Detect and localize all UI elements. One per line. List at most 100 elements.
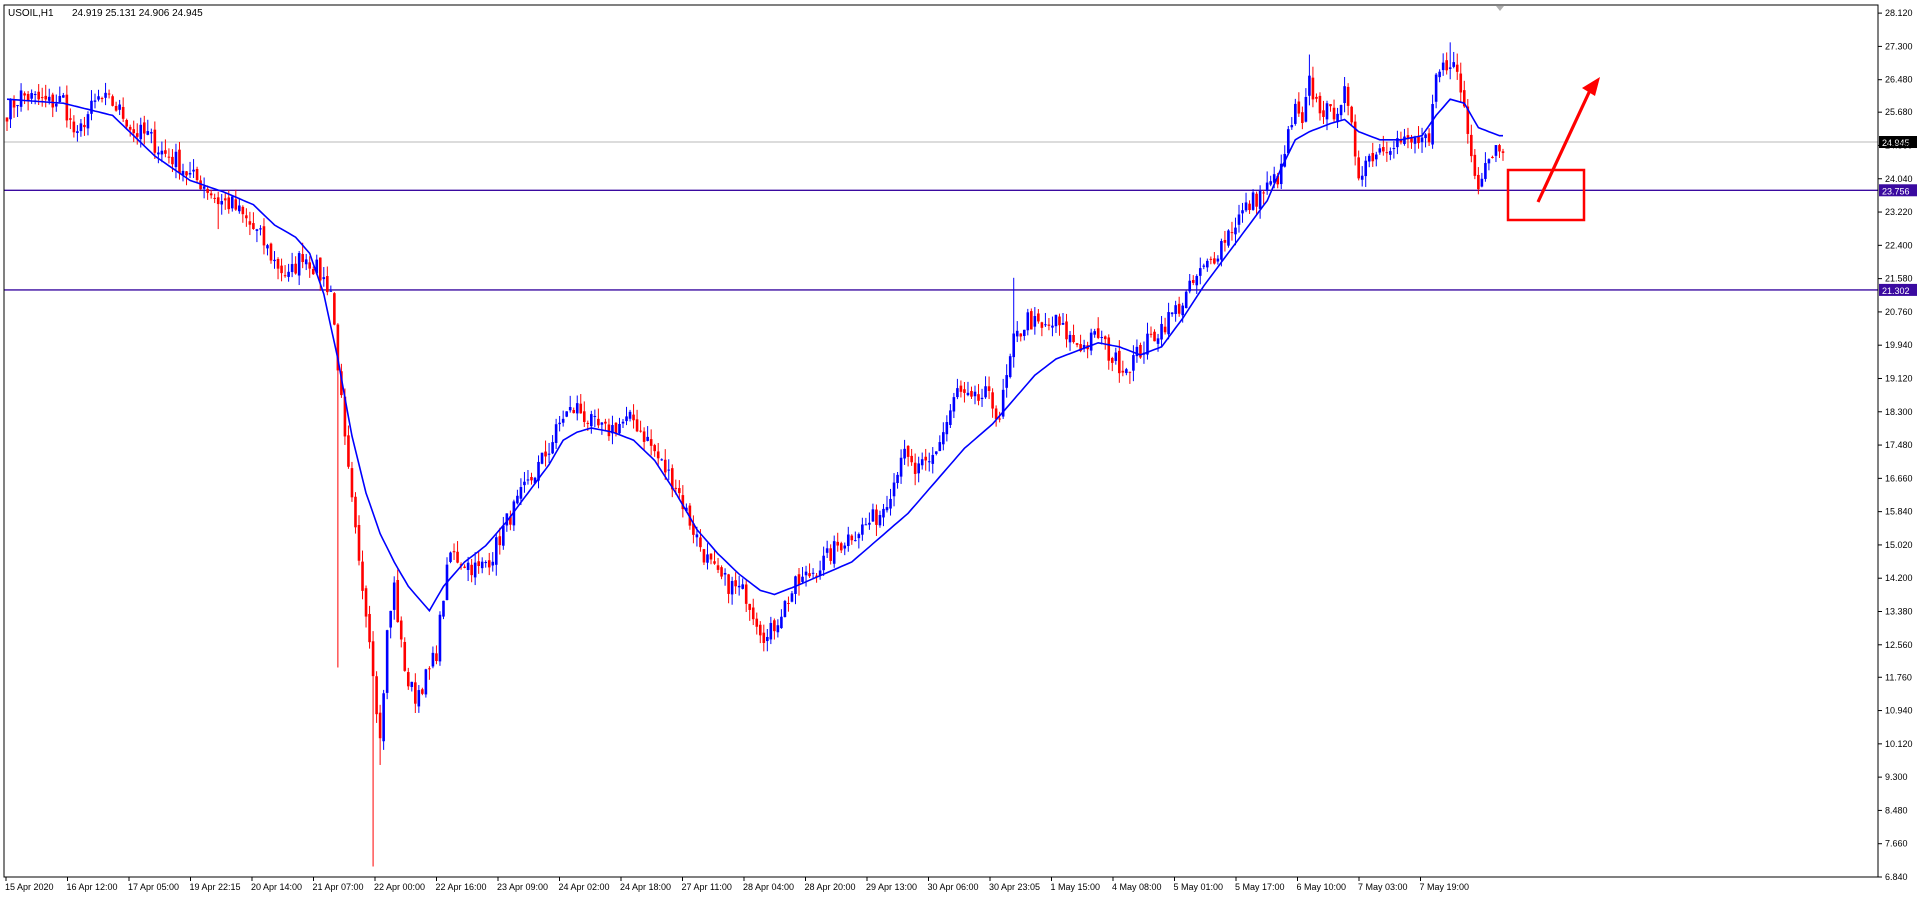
- candle-body: [706, 554, 709, 563]
- candle-body: [1297, 101, 1301, 114]
- candle-body: [1367, 155, 1371, 162]
- candle-body: [1420, 137, 1424, 143]
- candle-body: [167, 156, 171, 158]
- candle-body: [843, 545, 847, 549]
- candle-body: [58, 95, 62, 102]
- candle-body: [47, 96, 51, 101]
- candle-body: [1364, 160, 1368, 177]
- x-tick-label: 28 Apr 04:00: [743, 882, 794, 892]
- candle-body: [582, 411, 586, 422]
- candle-body: [1484, 163, 1487, 179]
- candle-body: [1170, 312, 1174, 315]
- candle-body: [755, 618, 759, 627]
- candle-body: [83, 124, 86, 128]
- candle-body: [428, 668, 431, 670]
- candle-body: [33, 94, 37, 96]
- candle-body: [1198, 268, 1202, 276]
- candle-body: [238, 205, 241, 212]
- candle-body: [1096, 328, 1100, 338]
- candle-body: [1110, 357, 1114, 363]
- candle-body: [202, 186, 206, 189]
- candle-body: [93, 100, 97, 102]
- candle-body: [1498, 145, 1501, 152]
- candle-body: [1149, 333, 1153, 335]
- candle-body: [892, 482, 896, 497]
- x-tick-label: 21 Apr 07:00: [313, 882, 364, 892]
- candle-body: [1114, 352, 1118, 361]
- candle-body: [1318, 95, 1322, 114]
- candle-body: [773, 620, 776, 632]
- candle-body: [333, 293, 336, 325]
- candle-body: [195, 168, 199, 181]
- candle-body: [216, 197, 220, 205]
- candle-body: [1265, 182, 1269, 192]
- candle-body: [1346, 86, 1350, 106]
- candle-body: [660, 459, 664, 461]
- candle-body: [540, 452, 544, 464]
- candle-body: [966, 392, 970, 396]
- level-price-label: 23.756: [1882, 186, 1910, 196]
- candle-body: [259, 228, 262, 230]
- candle-body: [628, 411, 632, 419]
- candle-body: [403, 641, 407, 671]
- candle-body: [118, 104, 121, 110]
- candle-body: [76, 131, 79, 134]
- candle-body: [920, 459, 924, 466]
- candle-body: [1248, 203, 1251, 211]
- candle-body: [551, 442, 554, 454]
- candle-body: [294, 263, 297, 274]
- candle-body: [297, 253, 301, 276]
- y-tick-label: 24.860: [1885, 140, 1913, 150]
- candle-body: [223, 198, 227, 201]
- candle-body: [72, 121, 76, 133]
- candle-body: [769, 622, 773, 640]
- candle-body: [1470, 134, 1473, 157]
- candle-body: [1058, 316, 1061, 326]
- candle-body: [1371, 153, 1375, 162]
- x-tick-label: 27 Apr 11:00: [682, 882, 732, 892]
- candle-body: [1209, 258, 1213, 260]
- candle-body: [839, 543, 843, 551]
- candle-body: [716, 565, 720, 570]
- candle-body: [1413, 137, 1417, 144]
- candle-body: [959, 385, 963, 392]
- candle-body: [523, 481, 526, 486]
- x-tick-label: 7 May 03:00: [1358, 882, 1408, 892]
- candle-body: [188, 172, 192, 175]
- chart[interactable]: 23.756 21.302 24.945 28.120 27.300 26.480 25…: [0, 0, 1920, 900]
- candle-body: [1163, 326, 1167, 333]
- candle-body: [1128, 371, 1132, 373]
- candle-body: [326, 276, 329, 293]
- candle-body: [1255, 193, 1258, 207]
- candle-body: [861, 524, 864, 535]
- candle-body: [811, 572, 815, 574]
- x-tick-label: 22 Apr 00:00: [374, 882, 425, 892]
- candle-body: [931, 454, 935, 464]
- candle-body: [1487, 159, 1491, 164]
- candle-body: [192, 169, 195, 172]
- candle-body: [1012, 333, 1016, 358]
- candle-body: [1220, 240, 1223, 260]
- candle-body: [723, 572, 727, 575]
- candle-body: [276, 259, 280, 269]
- x-tick-label: 23 Apr 09:00: [497, 882, 548, 892]
- candle-body: [23, 93, 26, 96]
- candle-body: [178, 149, 181, 174]
- candle-body: [1262, 192, 1265, 194]
- candle-body: [111, 96, 114, 106]
- candle-body: [822, 555, 825, 571]
- y-tick-label: 17.480: [1885, 440, 1913, 450]
- candle-body: [758, 624, 762, 636]
- candle-body: [51, 94, 55, 108]
- chart-svg[interactable]: 23.75621.302 24.945 28.12027.30026.48025…: [0, 0, 1920, 900]
- candle-body: [656, 451, 660, 459]
- candle-body: [1195, 276, 1199, 286]
- candle-body: [220, 201, 224, 205]
- candle-body: [1184, 291, 1188, 309]
- candle-body: [466, 562, 470, 570]
- candle-body: [54, 103, 58, 107]
- candle-body: [1417, 136, 1420, 144]
- candle-body: [1191, 279, 1195, 283]
- candle-body: [1455, 64, 1459, 72]
- chart-background: [0, 0, 1920, 900]
